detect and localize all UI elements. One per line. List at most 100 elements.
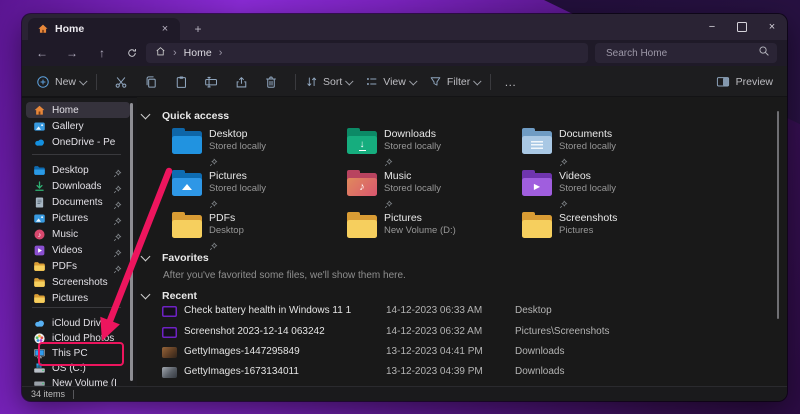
up-button[interactable]: ↑ xyxy=(90,40,114,66)
chevron-down-icon xyxy=(409,77,417,85)
sort-icon xyxy=(305,75,318,88)
recent-file-location: Downloads xyxy=(515,366,564,377)
content-scrollbar[interactable] xyxy=(777,111,780,319)
tile-name: Documents xyxy=(559,128,616,140)
delete-button[interactable] xyxy=(256,75,286,89)
section-title: Recent xyxy=(162,290,197,302)
sidebar-item-os-c[interactable]: OS (C:) xyxy=(26,360,130,376)
chevron-down-icon xyxy=(141,110,151,120)
pin-icon xyxy=(209,196,218,205)
recent-file-row[interactable]: Screenshot 2023-12-14 06324214-12-2023 0… xyxy=(137,324,773,342)
preview-toggle[interactable]: Preview xyxy=(716,75,773,89)
search-input[interactable] xyxy=(604,47,758,60)
tile-name: Music xyxy=(384,170,441,182)
recent-file-row[interactable]: Check battery health in Windows 11 114-1… xyxy=(137,303,773,321)
sidebar-item-label: Videos xyxy=(52,245,82,256)
sidebar-item-pdfs[interactable]: PDFs xyxy=(26,258,130,274)
sidebar-item-onedrive-personal[interactable]: OneDrive - Personal xyxy=(26,134,130,150)
f-pictures-folder-icon xyxy=(172,170,202,196)
cut-button[interactable] xyxy=(106,75,136,89)
tile-name: Desktop xyxy=(209,128,266,140)
trash-icon xyxy=(264,75,278,89)
tile-text: DownloadsStored locally xyxy=(384,128,441,170)
status-divider xyxy=(73,390,74,399)
sidebar-item-home[interactable]: Home xyxy=(26,102,130,118)
toolbar-divider xyxy=(490,74,491,90)
sidebar-item-icloud-drive[interactable]: iCloud Drive xyxy=(26,315,130,331)
section-header-quick-access[interactable]: Quick access xyxy=(142,110,229,122)
explorer-tab-home[interactable]: Home × xyxy=(28,18,180,40)
filter-button-label: Filter xyxy=(447,76,470,88)
quick-access-tile-downloads[interactable]: ↓DownloadsStored locally xyxy=(347,128,517,170)
recent-file-row[interactable]: GettyImages-144729584913-12-2023 04:41 P… xyxy=(137,344,773,362)
new-button[interactable]: New xyxy=(36,75,87,89)
sidebar-item-this-pc[interactable]: This PC xyxy=(26,345,130,361)
section-header-recent[interactable]: Recent xyxy=(142,290,197,302)
quick-access-tile-music[interactable]: ♪ MusicStored locally xyxy=(347,170,517,212)
quick-access-tile-pictures[interactable]: PicturesStored locally xyxy=(172,170,342,212)
back-button[interactable]: ← xyxy=(30,40,54,66)
sidebar-item-screenshots[interactable]: Screenshots xyxy=(26,274,130,290)
maximize-button[interactable] xyxy=(727,14,757,39)
sidebar-item-label: OneDrive - Personal xyxy=(52,137,116,148)
view-button[interactable]: View xyxy=(365,75,417,88)
quick-access-tile-videos[interactable]: ▶ VideosStored locally xyxy=(522,170,692,212)
sidebar-item-pictures[interactable]: Pictures xyxy=(26,290,130,306)
quick-access-tile-desktop[interactable]: DesktopStored locally xyxy=(172,128,342,170)
pictures-icon xyxy=(33,212,46,225)
share-button[interactable] xyxy=(226,75,256,89)
gallery-icon xyxy=(33,120,46,133)
close-button[interactable]: × xyxy=(757,14,787,39)
sidebar-item-icloud-photos[interactable]: iCloud Photos xyxy=(26,330,130,346)
items-count: 34 items xyxy=(31,389,65,399)
copy-button[interactable] xyxy=(136,75,166,89)
refresh-button[interactable] xyxy=(120,40,144,66)
f-plain-folder-icon xyxy=(347,212,377,238)
share-icon xyxy=(234,75,248,89)
this-pc-icon xyxy=(33,347,46,360)
tile-subtitle: Pictures xyxy=(559,225,617,236)
folder-glyph: ▶ xyxy=(534,183,540,191)
sidebar-scrollbar[interactable] xyxy=(130,103,133,381)
quick-access-tile-pdfs[interactable]: PDFsDesktop xyxy=(172,212,342,254)
sidebar-item-documents[interactable]: Documents xyxy=(26,194,130,210)
tile-text: MusicStored locally xyxy=(384,170,441,212)
tile-subtitle: Stored locally xyxy=(559,141,616,152)
quick-access-tile-screenshots[interactable]: ScreenshotsPictures xyxy=(522,212,692,254)
sort-button[interactable]: Sort xyxy=(305,75,353,88)
tile-subtitle: Stored locally xyxy=(384,183,441,194)
breadcrumb-item-home[interactable]: Home xyxy=(184,47,212,59)
music-icon: ♪ xyxy=(33,228,46,241)
forward-button[interactable]: → xyxy=(60,40,84,66)
sidebar-item-music[interactable]: ♪Music xyxy=(26,226,130,242)
sidebar-item-pictures[interactable]: Pictures xyxy=(26,210,130,226)
breadcrumb[interactable]: › Home › xyxy=(146,43,588,63)
recent-file-row[interactable]: GettyImages-167313401113-12-2023 04:39 P… xyxy=(137,364,773,382)
sidebar-item-desktop[interactable]: Desktop xyxy=(26,162,130,178)
filter-button[interactable]: Filter xyxy=(429,75,481,88)
new-tab-button[interactable]: + xyxy=(188,18,208,40)
quick-access-tile-pictures[interactable]: PicturesNew Volume (D:) xyxy=(347,212,517,254)
tile-text: DesktopStored locally xyxy=(209,128,266,170)
pin-icon xyxy=(113,245,122,254)
quick-access-tile-documents[interactable]: DocumentsStored locally xyxy=(522,128,692,170)
chevron-down-icon xyxy=(141,290,151,300)
search-box[interactable] xyxy=(595,43,777,63)
tile-subtitle: Stored locally xyxy=(559,183,616,194)
f-music-folder-icon: ♪ xyxy=(347,170,377,196)
paste-button[interactable] xyxy=(166,75,196,89)
minimize-button[interactable]: − xyxy=(697,14,727,39)
downloads-icon xyxy=(33,180,46,193)
sidebar-item-downloads[interactable]: Downloads xyxy=(26,178,130,194)
tab-close-icon[interactable]: × xyxy=(158,23,172,35)
rename-button[interactable] xyxy=(196,75,226,89)
tile-name: Videos xyxy=(559,170,616,182)
tile-subtitle: Stored locally xyxy=(209,183,266,194)
sidebar-item-gallery[interactable]: Gallery xyxy=(26,118,130,134)
chevron-down-icon xyxy=(141,252,151,262)
section-header-favorites[interactable]: Favorites xyxy=(142,252,209,264)
sidebar-item-videos[interactable]: Videos xyxy=(26,242,130,258)
tile-name: PDFs xyxy=(209,212,244,224)
f-plain-folder-icon xyxy=(522,212,552,238)
more-options-button[interactable]: … xyxy=(504,75,517,89)
